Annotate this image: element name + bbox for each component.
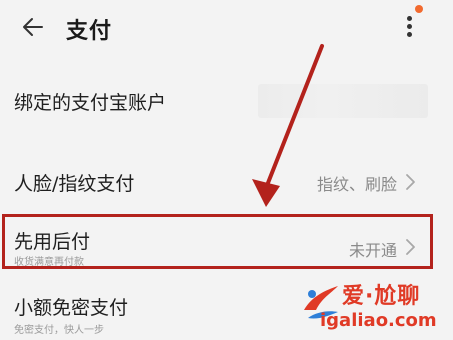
more-vertical-icon: [407, 16, 412, 21]
payment-settings-screen: 支付 绑定的支付宝账户 人脸/指纹支付 指纹、刷脸 先用后付 收货满意再付款 未…: [0, 0, 453, 340]
notification-dot: [415, 5, 423, 13]
chevron-right-icon: [406, 174, 415, 190]
watermark-url: igaliao.com: [320, 310, 437, 331]
row-label: 小额免密支付: [14, 297, 129, 319]
row-label: 人脸/指纹支付: [14, 173, 135, 195]
arrow-left-icon: [23, 18, 43, 36]
blurred-account-info: [258, 84, 428, 118]
page-title: 支付: [66, 19, 113, 44]
settings-row-biometric-pay[interactable]: 人脸/指纹支付 指纹、刷脸: [0, 155, 453, 209]
watermark-title: 爱·尬聊: [342, 284, 421, 309]
back-button[interactable]: [16, 12, 50, 42]
app-header: 支付: [0, 0, 453, 54]
site-watermark: 爱·尬聊 igaliao.com: [298, 278, 448, 334]
row-value: 指纹、刷脸: [316, 175, 397, 194]
row-subtitle: 免密支付，快人一步: [14, 325, 104, 336]
row-label: 绑定的支付宝账户: [14, 92, 167, 114]
more-options-button[interactable]: [398, 8, 422, 44]
annotation-highlight-box: [2, 214, 433, 269]
